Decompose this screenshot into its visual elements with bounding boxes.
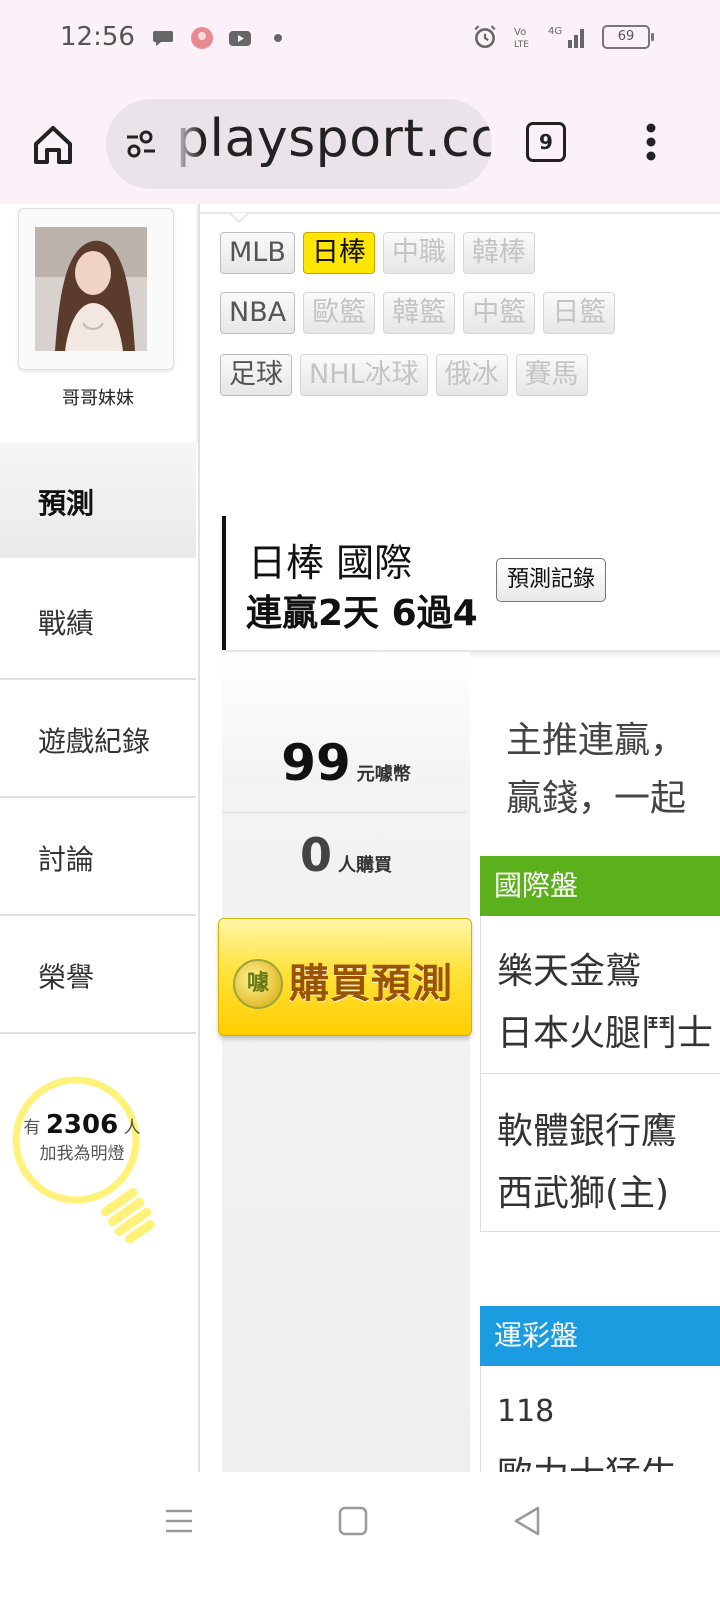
sidebar-item-label: 遊戲紀錄 xyxy=(38,725,151,758)
alarm-icon xyxy=(474,25,496,49)
main-content: MLB 日棒 中職 韓棒 NBA 歐籃 韓籃 中籃 日籃 足球 NHL冰球 俄冰… xyxy=(200,204,720,1472)
battery-icon: 69 xyxy=(602,25,654,49)
sidebar-item-label: 預測 xyxy=(38,487,95,520)
buyers-count: 0 xyxy=(299,828,332,882)
more-menu-icon[interactable] xyxy=(636,120,666,164)
match-team-2: 西武獅(主) xyxy=(497,1173,670,1214)
avatar-frame[interactable] xyxy=(18,208,174,370)
svg-text:LTE: LTE xyxy=(514,40,529,50)
league-mlb[interactable]: MLB xyxy=(220,232,295,274)
app-avatar-icon xyxy=(191,27,213,49)
prediction-streak: 連贏2天 6過4 xyxy=(246,593,478,634)
fans-text: 有 2306 人 加我為明燈 xyxy=(12,1112,152,1167)
league-row-2: NBA 歐籃 韓籃 中籃 日籃 xyxy=(220,292,616,334)
league-kbo: 韓棒 xyxy=(462,232,535,274)
league-row-3: 足球 NHL冰球 俄冰 賽馬 xyxy=(220,354,588,396)
price-unit: 元噱幣 xyxy=(356,764,411,785)
prediction-title-box: 日棒 國際 連贏2天 6過4 預測記錄 xyxy=(222,516,720,650)
home-nav-icon[interactable] xyxy=(336,1504,370,1538)
match-row[interactable]: 軟體銀行鷹 西武獅(主) xyxy=(480,1074,720,1232)
system-icons: Vo LTE 4G 69 xyxy=(472,24,654,50)
league-row-1: MLB 日棒 中職 韓棒 xyxy=(220,232,535,274)
tab-switcher-button[interactable]: 9 xyxy=(526,122,566,162)
match-team-1: 樂天金鷲 xyxy=(497,951,642,992)
lottery-team: 歐力士猛牛 xyxy=(497,1446,677,1472)
league-soccer[interactable]: 足球 xyxy=(220,354,292,396)
league-cpbl: 中職 xyxy=(382,232,455,274)
match-team-1: 軟體銀行鷹 xyxy=(497,1111,678,1152)
fans-prefix: 有 xyxy=(23,1118,41,1138)
price-panel: 99 元噱幣 0 人購買 xyxy=(222,652,470,1472)
buyers-unit: 人購買 xyxy=(338,855,392,876)
fans-line2: 加我為明燈 xyxy=(39,1144,125,1164)
league-nhl: NHL冰球 xyxy=(300,354,428,396)
url-text: playsport.cc xyxy=(176,109,492,169)
price-row: 99 元噱幣 xyxy=(222,734,470,792)
promo-text: 主推連贏， 贏錢，一起 xyxy=(506,712,686,828)
sidebar-item-record[interactable]: 戰績 xyxy=(0,562,196,680)
lottery-section-header: 運彩盤 xyxy=(480,1306,720,1366)
svg-text:4G: 4G xyxy=(548,26,562,37)
home-icon[interactable] xyxy=(30,122,76,168)
chat-bubble-icon xyxy=(153,31,173,46)
system-nav-bar xyxy=(0,1472,720,1604)
sidebar-item-label: 討論 xyxy=(38,843,95,876)
signal-4g-icon: 4G xyxy=(548,26,584,48)
fans-lightbulb[interactable]: 有 2306 人 加我為明燈 xyxy=(12,1076,162,1246)
buy-prediction-label: 購買預測 xyxy=(289,961,453,1007)
sidebar-item-label: 榮譽 xyxy=(38,961,95,994)
profile-card: 哥哥妹妹 xyxy=(0,204,196,442)
address-bar[interactable]: playsport.cc xyxy=(106,99,492,189)
browser-toolbar: playsport.cc 9 xyxy=(0,84,720,204)
avatar[interactable] xyxy=(35,227,147,351)
league-china-basketball: 中籃 xyxy=(463,292,536,334)
buyers-row: 0 人購買 xyxy=(222,828,470,882)
price-value: 99 xyxy=(281,734,351,792)
coin-icon: 噱 xyxy=(233,959,283,1009)
buy-prediction-button[interactable]: 噱 購買預測 xyxy=(218,918,472,1036)
pointer-caret-icon xyxy=(230,213,248,223)
sidebar-item-discussion[interactable]: 討論 xyxy=(0,798,196,916)
profile-name: 哥哥妹妹 xyxy=(62,388,134,409)
status-bar: 12:56 Vo LTE 4G 69 xyxy=(0,0,720,84)
league-nba[interactable]: NBA xyxy=(220,292,296,334)
sidebar-item-label: 戰績 xyxy=(38,607,95,640)
youtube-icon xyxy=(229,31,251,46)
lottery-row[interactable]: 118 歐力士猛牛 xyxy=(480,1366,720,1472)
notification-icons xyxy=(152,26,290,50)
lottery-code: 118 xyxy=(497,1394,555,1429)
svg-text:Vo: Vo xyxy=(514,27,526,38)
prediction-record-button[interactable]: 預測記錄 xyxy=(496,558,607,602)
league-khl: 俄冰 xyxy=(435,354,508,396)
volte-icon: Vo LTE xyxy=(514,27,529,50)
prediction-title: 日棒 國際 xyxy=(248,541,413,585)
fans-count: 2306 xyxy=(45,1110,119,1140)
match-row[interactable]: 樂天金鷲 日本火腿鬥士 xyxy=(480,916,720,1074)
status-time: 12:56 xyxy=(60,22,135,52)
recent-apps-icon[interactable] xyxy=(162,1504,196,1538)
promo-line-2: 贏錢，一起 xyxy=(506,778,687,819)
sidebar: 哥哥妹妹 預測 戰績 遊戲紀錄 討論 榮譽 有 2306 人 加我為明燈 xyxy=(0,204,200,1472)
dot-icon xyxy=(274,34,282,42)
match-team-2: 日本火腿鬥士 xyxy=(497,1013,714,1054)
league-japan-basketball: 日籃 xyxy=(543,292,616,334)
intl-section-header: 國際盤 xyxy=(480,856,720,916)
sidebar-item-game-log[interactable]: 遊戲紀錄 xyxy=(0,680,196,798)
sidebar-item-honors[interactable]: 榮譽 xyxy=(0,916,196,1034)
league-npb[interactable]: 日棒 xyxy=(302,232,375,274)
sidebar-item-predictions[interactable]: 預測 xyxy=(0,442,196,558)
back-icon[interactable] xyxy=(510,1504,544,1538)
promo-line-1: 主推連贏， xyxy=(506,720,687,761)
league-horse-racing: 賽馬 xyxy=(515,354,588,396)
league-korea-basketball: 韓籃 xyxy=(383,292,456,334)
league-euro-basketball: 歐籃 xyxy=(303,292,376,334)
fans-suffix: 人 xyxy=(123,1118,141,1138)
site-settings-icon[interactable] xyxy=(124,127,158,161)
divider xyxy=(222,812,466,813)
